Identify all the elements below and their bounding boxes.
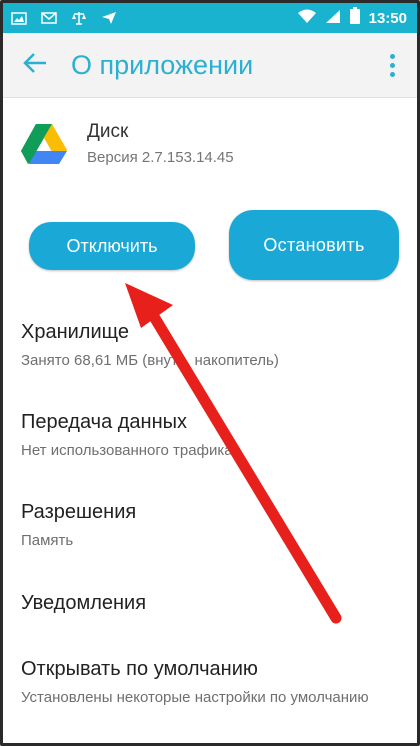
row-subtitle: Установлены некоторые настройки по умолч… bbox=[21, 689, 369, 706]
row-title: Открывать по умолчанию bbox=[21, 658, 258, 680]
more-vert-icon-dot bbox=[389, 71, 395, 77]
settings-row-data-usage[interactable]: Передача данных Нет использованного траф… bbox=[21, 411, 401, 461]
arrow-left-icon bbox=[22, 52, 48, 79]
send-icon bbox=[101, 11, 117, 25]
mail-icon bbox=[41, 11, 57, 25]
back-button[interactable] bbox=[15, 45, 55, 85]
force-stop-button[interactable]: Остановить bbox=[229, 210, 399, 280]
row-title: Разрешения bbox=[21, 501, 137, 523]
clock: 13:50 bbox=[368, 9, 407, 27]
battery-icon bbox=[349, 7, 361, 29]
force-stop-button-label: Остановить bbox=[263, 235, 365, 255]
row-title: Хранилище bbox=[21, 321, 129, 343]
signal-icon bbox=[325, 9, 341, 28]
phone-screen: 13:50 О приложении Диск Версия 2.7.153.1… bbox=[0, 0, 420, 746]
settings-row-notifications[interactable]: Уведомления bbox=[21, 592, 401, 615]
disable-button[interactable]: Отключить bbox=[29, 222, 195, 270]
settings-row-open-by-default[interactable]: Открывать по умолчанию Установлены некот… bbox=[21, 658, 401, 708]
app-header: Диск Версия 2.7.153.14.45 bbox=[21, 117, 234, 166]
row-subtitle: Нет использованного трафика bbox=[21, 442, 233, 459]
row-title: Передача данных bbox=[21, 411, 188, 433]
app-version: Версия 2.7.153.14.45 bbox=[87, 149, 234, 166]
status-bar: 13:50 bbox=[3, 3, 417, 33]
row-subtitle: Занято 68,61 МБ (внутр. накопитель) bbox=[21, 352, 279, 369]
row-title: Уведомления bbox=[21, 592, 147, 614]
wifi-icon bbox=[297, 9, 317, 28]
app-text: Диск Версия 2.7.153.14.45 bbox=[87, 117, 234, 166]
page-title: О приложении bbox=[71, 49, 254, 80]
notification-icons bbox=[3, 11, 117, 25]
settings-row-storage[interactable]: Хранилище Занято 68,61 МБ (внутр. накопи… bbox=[21, 321, 401, 371]
more-vert-icon-dot bbox=[389, 62, 395, 68]
row-subtitle: Память bbox=[21, 532, 74, 549]
app-bar: О приложении bbox=[3, 33, 417, 98]
settings-row-permissions[interactable]: Разрешения Память bbox=[21, 501, 401, 551]
gallery-icon bbox=[11, 11, 27, 25]
disable-button-label: Отключить bbox=[66, 235, 158, 256]
more-vert-icon-dot bbox=[389, 53, 395, 59]
scales-icon bbox=[71, 11, 87, 25]
app-name: Диск bbox=[87, 121, 129, 142]
system-icons: 13:50 bbox=[297, 7, 417, 29]
overflow-menu-button[interactable] bbox=[385, 50, 399, 80]
annotation-arrow-layer bbox=[125, 283, 342, 624]
google-drive-icon bbox=[21, 123, 67, 165]
